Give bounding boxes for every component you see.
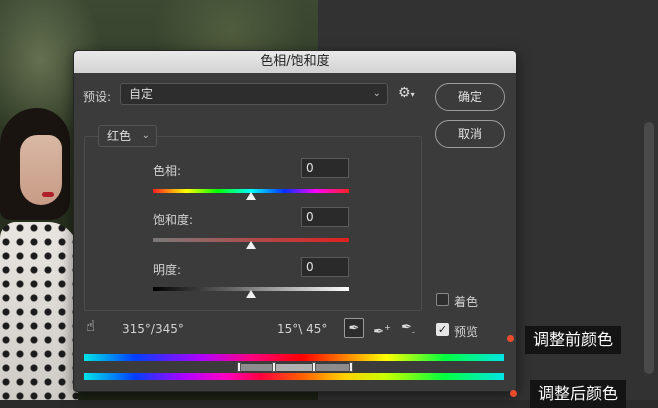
colorize-checkbox[interactable] (436, 293, 449, 306)
annotation-dot-after (510, 390, 517, 397)
colorize-label: 着色 (454, 295, 479, 309)
eyedropper-minus-icon[interactable]: ✒- (398, 318, 418, 338)
hue-label: 色相: (153, 164, 182, 178)
preset-label: 预设: (83, 90, 112, 104)
saturation-slider-thumb[interactable] (246, 241, 256, 249)
after-color-spectrum (84, 373, 504, 380)
range-handle-right-inner[interactable] (312, 362, 316, 372)
preview-label: 预览 (454, 325, 479, 339)
channel-select[interactable]: 红色 ⌄ (98, 125, 157, 147)
photo-subject-dress (0, 222, 78, 400)
gear-icon[interactable]: ⚙▾ (398, 85, 415, 101)
pointing-hand-icon[interactable]: ☝ (86, 317, 95, 335)
range-handle-right-outer[interactable] (349, 362, 353, 372)
ok-button[interactable]: 确定 (435, 83, 505, 111)
hue-input[interactable]: 0 (301, 158, 349, 178)
preset-select[interactable]: 自定 ⌄ (120, 83, 388, 105)
lightness-input[interactable]: 0 (301, 257, 349, 277)
hue-slider-thumb[interactable] (246, 192, 256, 200)
preset-value: 自定 (129, 87, 154, 101)
eyedropper-icon[interactable]: ✒ (344, 318, 364, 338)
lightness-label: 明度: (153, 263, 182, 277)
eyedropper-plus-icon[interactable]: ✒+ (372, 318, 392, 339)
range-handle-left-inner[interactable] (272, 362, 276, 372)
saturation-input[interactable]: 0 (301, 207, 349, 227)
annotation-before: 调整前颜色 (525, 326, 622, 354)
color-range-core (274, 364, 314, 371)
annotation-dot-before (507, 335, 514, 342)
chevron-down-icon: ⌄ (372, 88, 381, 99)
dialog-title: 色相/饱和度 (74, 51, 516, 73)
photo-subject-face (20, 135, 62, 205)
hue-saturation-dialog: 色相/饱和度 预设: 自定 ⌄ ⚙▾ 确定 取消 红色 ⌄ 色相: 0 饱和度:… (73, 50, 517, 392)
adjustment-group (84, 136, 422, 311)
channel-value: 红色 (107, 129, 132, 143)
lightness-slider-thumb[interactable] (246, 290, 256, 298)
range-left-value: 315°/345° (122, 322, 184, 336)
saturation-label: 饱和度: (153, 213, 194, 227)
photo-subject-lips (42, 192, 54, 197)
range-handle-left-outer[interactable] (237, 362, 241, 372)
panel-scrollbar[interactable] (644, 122, 654, 374)
preview-checkbox[interactable]: ✓ (436, 323, 449, 336)
before-color-spectrum (84, 354, 504, 361)
annotation-after: 调整后颜色 (530, 380, 627, 408)
range-right-value: 15°\ 45° (277, 322, 328, 336)
chevron-down-icon: ⌄ (141, 130, 150, 141)
cancel-button[interactable]: 取消 (435, 120, 505, 148)
